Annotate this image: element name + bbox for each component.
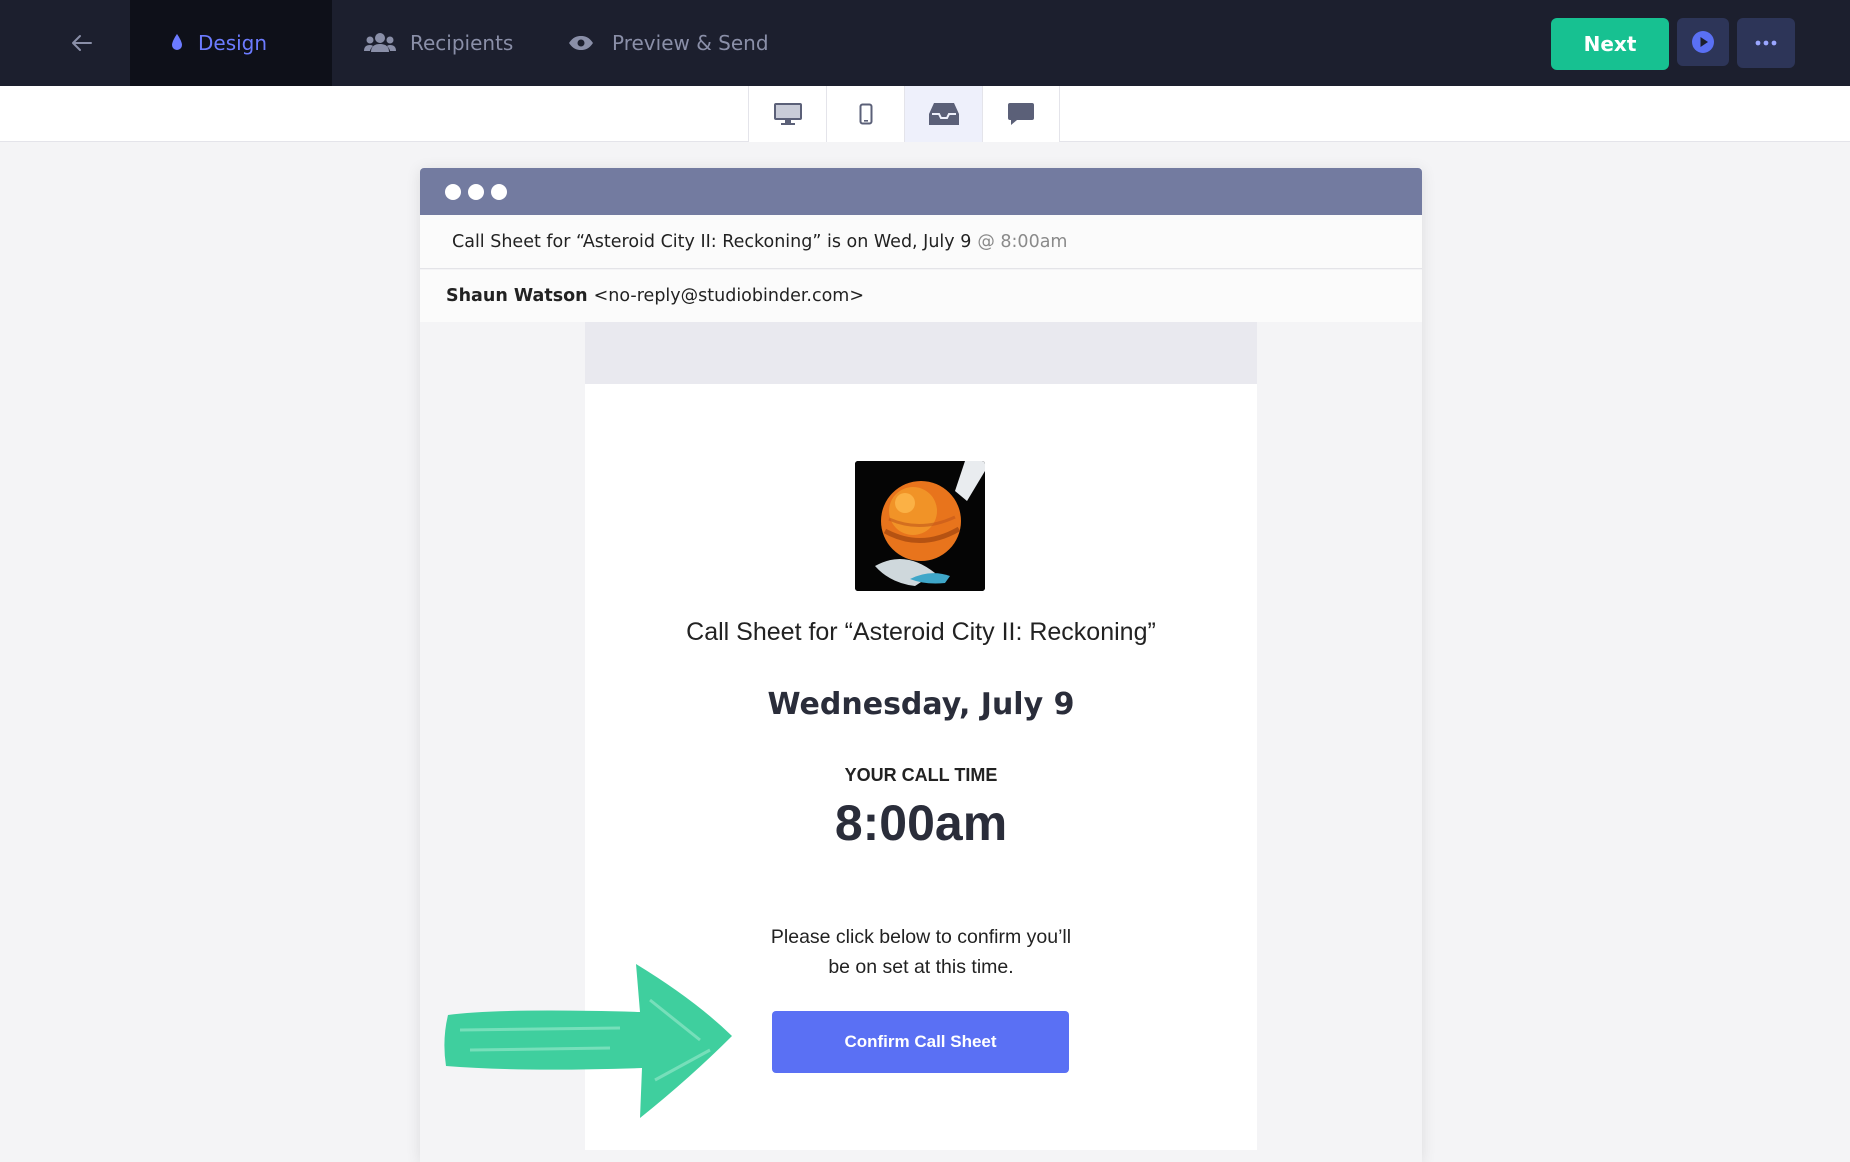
- project-logo-image: [855, 461, 985, 591]
- view-switcher-bar: [0, 86, 1850, 142]
- mobile-view-button[interactable]: [826, 86, 904, 142]
- inbox-icon: [928, 103, 959, 125]
- call-time-label: YOUR CALL TIME: [844, 765, 998, 785]
- confirm-call-sheet-button[interactable]: Confirm Call Sheet: [772, 1011, 1069, 1073]
- tab-recipients-label: Recipients: [410, 31, 514, 55]
- confirm-instructions: Please click below to confirm you’ll be …: [735, 922, 1107, 982]
- window-dot-icon: [445, 184, 461, 200]
- email-title: Call Sheet for “Asteroid City II: Reckon…: [686, 618, 1156, 646]
- tab-preview-send[interactable]: Preview & Send: [568, 0, 788, 86]
- email-subject: Call Sheet for “Asteroid City II: Reckon…: [452, 231, 972, 252]
- call-time-value: 8:00am: [834, 795, 1008, 851]
- inbox-view-button[interactable]: [904, 86, 982, 142]
- eye-icon: [568, 35, 594, 51]
- chat-bubble-icon: [1008, 103, 1034, 125]
- desktop-icon: [773, 103, 802, 125]
- tab-design-label: Design: [198, 31, 268, 55]
- window-dot-icon: [491, 184, 507, 200]
- window-header: [420, 168, 1422, 215]
- desktop-view-button[interactable]: [748, 86, 826, 142]
- tab-design[interactable]: Design: [130, 0, 332, 86]
- next-button[interactable]: Next: [1551, 18, 1669, 70]
- sms-view-button[interactable]: [982, 86, 1060, 142]
- play-preview-button[interactable]: [1677, 18, 1729, 66]
- back-button[interactable]: [60, 24, 104, 62]
- play-icon: [1692, 31, 1714, 53]
- top-bar: Design Recipients Preview & Send Next: [0, 0, 1850, 86]
- email-from-row: Shaun Watson <no-reply@studiobinder.com>: [420, 270, 1422, 322]
- confirm-instructions-line-2: be on set at this time.: [828, 956, 1014, 978]
- sender-email: <no-reply@studiobinder.com>: [593, 286, 865, 306]
- email-subject-row: Call Sheet for “Asteroid City II: Reckon…: [420, 215, 1422, 269]
- green-arrow-icon: [444, 964, 732, 1118]
- more-options-button[interactable]: [1737, 18, 1795, 68]
- arrow-left-icon: [72, 35, 92, 51]
- users-icon: [364, 32, 396, 54]
- ellipsis-icon: [1755, 40, 1777, 46]
- tab-recipients[interactable]: Recipients: [364, 0, 544, 86]
- email-header-banner: [585, 322, 1257, 384]
- tab-preview-send-label: Preview & Send: [612, 31, 769, 55]
- shoot-date: Wednesday, July 9: [767, 687, 1075, 722]
- mobile-icon: [859, 103, 872, 125]
- sender-name: Shaun Watson: [446, 286, 588, 306]
- email-subject-time: @ 8:00am: [977, 231, 1068, 252]
- window-dot-icon: [468, 184, 484, 200]
- droplet-icon: [170, 33, 184, 53]
- confirm-instructions-line-1: Please click below to confirm you’ll: [770, 926, 1072, 948]
